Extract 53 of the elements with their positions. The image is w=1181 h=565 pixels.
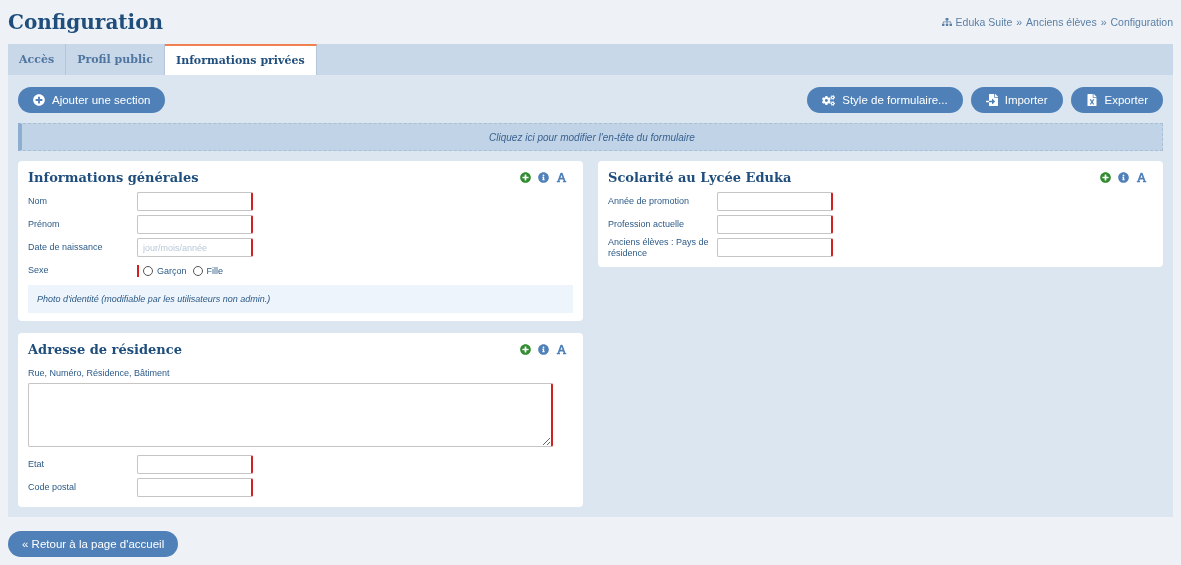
info-icon[interactable]: [538, 344, 549, 355]
photo-field-note: Photo d'identité (modifiable par les utilisateurs non admin.): [28, 285, 573, 313]
field-label: Année de promotion: [608, 196, 691, 207]
add-icon[interactable]: [520, 172, 531, 183]
back-button[interactable]: « Retour à la page d'accueil: [8, 531, 179, 557]
text-field[interactable]: [137, 192, 253, 211]
spreadsheet-file-icon: [1085, 94, 1098, 106]
text-field[interactable]: [137, 455, 253, 474]
radio-option[interactable]: Garçon: [143, 265, 187, 276]
plus-icon: [33, 94, 45, 106]
breadcrumb-separator: »: [1100, 16, 1107, 28]
section-title: Adresse de résidence: [28, 342, 182, 357]
text-field[interactable]: [717, 215, 833, 234]
breadcrumb-link[interactable]: Configuration: [1110, 16, 1173, 28]
field-label: Sexe: [28, 265, 50, 276]
breadcrumb-link[interactable]: Anciens élèves: [1026, 16, 1097, 28]
field-label: Prénom: [28, 219, 61, 230]
radio-option[interactable]: Fille: [192, 265, 224, 276]
field-label: Nom: [28, 196, 48, 207]
toolbar-button[interactable]: Importer: [970, 87, 1063, 113]
field-label: Rue, Numéro, Résidence, Bâtiment: [28, 368, 170, 378]
radio-button[interactable]: [192, 265, 203, 276]
section-title: Informations générales: [28, 170, 199, 185]
field-label: Date de naissance: [28, 242, 104, 253]
toolbar-button[interactable]: Style de formulaire...: [807, 87, 963, 113]
breadcrumb-link[interactable]: Eduka Suite: [955, 16, 1013, 28]
page-title: Configuration: [8, 10, 164, 34]
font-icon[interactable]: [556, 344, 567, 355]
form-header-bar[interactable]: Cliquez ici pour modifier l'en-tête du formulaire: [18, 123, 1163, 151]
section-title: Scolarité au Lycée Eduka: [608, 170, 792, 185]
field-label: Profession actuelle: [608, 219, 686, 230]
field-label: Etat: [28, 459, 45, 470]
text-field[interactable]: [137, 478, 253, 497]
gears-icon: [822, 93, 836, 107]
sitemap-icon: [941, 17, 952, 27]
toolbar-button[interactable]: Exporter: [1070, 87, 1163, 113]
text-field[interactable]: [717, 192, 833, 211]
breadcrumb-separator: »: [1016, 16, 1023, 28]
font-icon[interactable]: [556, 172, 567, 183]
import-icon: [985, 94, 998, 106]
add-icon[interactable]: [520, 344, 531, 355]
text-field[interactable]: [137, 215, 253, 234]
info-icon[interactable]: [538, 172, 549, 183]
field-label: Code postal: [28, 482, 78, 493]
info-icon[interactable]: [1118, 172, 1129, 183]
add-section-button[interactable]: Ajouter une section: [18, 87, 166, 113]
add-icon[interactable]: [1100, 172, 1111, 183]
radio-button[interactable]: [143, 265, 153, 276]
text-field[interactable]: jour/mois/année: [137, 238, 253, 257]
tab[interactable]: Informations privées: [165, 44, 317, 75]
field-label: Anciens élèves : Pays de résidence: [608, 236, 710, 259]
text-field[interactable]: [717, 238, 833, 257]
font-icon[interactable]: [1136, 172, 1147, 183]
